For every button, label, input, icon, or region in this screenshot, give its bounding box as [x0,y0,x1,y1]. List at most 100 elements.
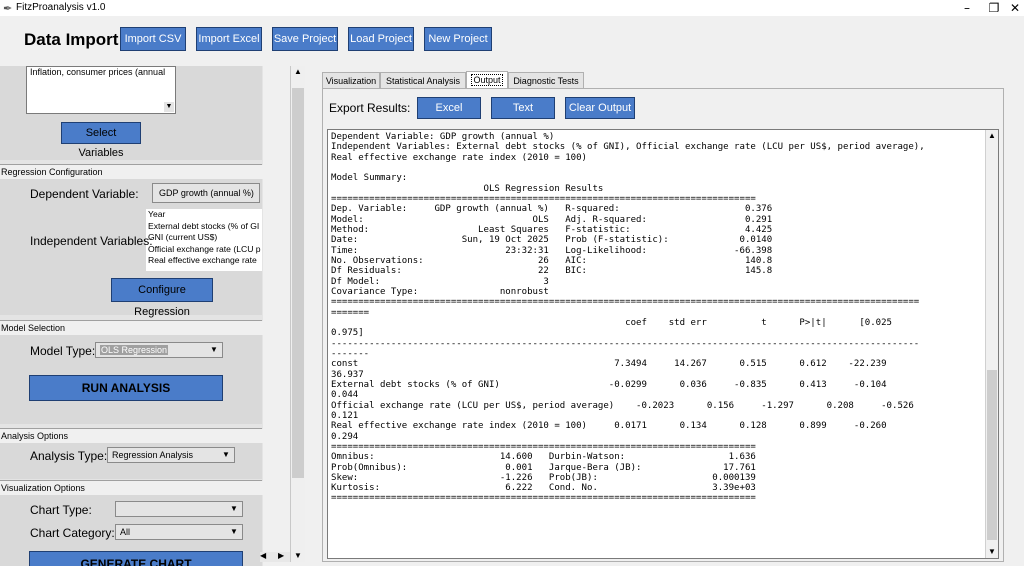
output-line: ========================================… [331,297,920,308]
tab-output-label: Output [471,74,503,86]
model-selection-section: Model Selection Model Type: OLS Regressi… [0,320,263,424]
output-line: ----------------------------------------… [331,338,920,349]
dependent-variable-field[interactable]: GDP growth (annual %) [152,183,260,203]
analysis-options-section: Analysis Options Analysis Type: Regressi… [0,428,263,479]
analysis-options-header: Analysis Options [0,429,263,443]
chart-category-dropdown-icon[interactable]: ▼ [228,526,240,538]
output-line: Independent Variables: External debt sto… [331,142,925,153]
output-line: const 7.3494 14.267 0.515 0.612 -22.239 [331,359,887,370]
left-pane-scrollbar[interactable]: ▲ ▼ [290,66,305,562]
scroll-up-icon[interactable]: ▲ [291,66,305,78]
model-type-dropdown-icon[interactable]: ▼ [208,344,220,356]
output-line: Df Residuals: 22 BIC: 145.8 [331,266,773,277]
chart-type-dropdown-icon[interactable]: ▼ [228,503,240,515]
output-line: coef std err t P>|t| [0.025 [331,317,893,328]
model-type-value: OLS Regression [100,345,169,355]
output-line: 0.121 [331,410,359,421]
close-icon[interactable]: ✕ [1000,0,1024,16]
variables-section: Inflation, consumer prices (annual ▼ Sel… [0,66,262,160]
export-text-button[interactable]: Text [491,97,555,119]
analysis-type-select[interactable]: Regression Analysis ▼ [107,447,235,463]
scroll-down-icon[interactable]: ▼ [291,550,305,562]
analysis-type-label: Analysis Type: [30,449,108,463]
independent-variables-label: Independent Variables: [30,234,153,248]
output-line: ------- [331,348,370,359]
output-line: ======= [331,307,370,318]
configure-regression-button[interactable]: Configure Regression [111,278,213,318]
output-scroll-up-icon[interactable]: ▲ [986,130,998,142]
output-line: Df Model: 3 [331,276,549,287]
output-scroll-down-icon[interactable]: ▼ [986,546,998,558]
output-line: Date: Sun, 19 Oct 2025 Prob (F-statistic… [331,235,773,246]
chart-type-label: Chart Type: [30,503,92,517]
output-line: Skew: -1.226 Prob(JB): 0.000139 [331,472,756,483]
variables-listbox[interactable]: Inflation, consumer prices (annual ▼ [26,66,176,114]
window-title: FitzProanalysis v1.0 [16,2,106,13]
output-line: Time: 23:32:31 Log-Likelihood: -66.398 [331,245,773,256]
generate-chart-button[interactable]: GENERATE CHART [29,551,243,566]
output-line: 0.044 [331,390,359,401]
independent-variables-listbox[interactable]: Year External debt stocks (% of GI GNI (… [146,209,262,271]
output-line: Real effective exchange rate index (2010… [331,421,887,432]
title-bar: ✒ FitzProanalysis v1.0 – ❐ ✕ [0,0,1024,16]
chart-category-select[interactable]: All ▼ [115,524,243,540]
regression-config-section: Regression Configuration Dependent Varia… [0,164,263,318]
visualization-options-section: Visualization Options Chart Type: ▼ Char… [0,480,263,566]
dependent-variable-value: GDP growth (annual %) [159,188,254,198]
tab-output[interactable]: Output [466,71,508,89]
import-excel-button[interactable]: Import Excel [196,27,262,51]
model-type-label: Model Type: [30,344,96,358]
output-line: ========================================… [331,493,756,504]
run-analysis-button[interactable]: RUN ANALYSIS [29,375,223,401]
tab-visualization[interactable]: Visualization [322,72,380,88]
select-variables-button[interactable]: Select Variables [61,122,141,159]
dependent-variable-label: Dependent Variable: [30,187,139,201]
regression-output-text: Dependent Variable: GDP growth (annual %… [331,132,925,504]
output-line: OLS Regression Results [331,183,604,194]
output-line: Real effective exchange rate index (2010… [331,152,587,163]
tab-statistical-analysis[interactable]: Statistical Analysis [380,72,466,88]
output-scroll-thumb[interactable] [987,370,997,540]
output-line: Prob(Omnibus): 0.001 Jarque-Bera (JB): 1… [331,462,756,473]
tab-diagnostic-tests[interactable]: Diagnostic Tests [508,72,584,88]
output-line: ========================================… [331,441,756,452]
analysis-type-dropdown-icon[interactable]: ▼ [220,449,232,461]
output-line: 0.294 [331,431,359,442]
independent-item-external-debt[interactable]: External debt stocks (% of GI [148,221,261,233]
output-line: Kurtosis: 6.222 Cond. No. 3.39e+03 [331,483,756,494]
left-pane-hscroll-right[interactable]: ▶ [276,551,290,562]
variables-list-item[interactable]: Inflation, consumer prices (annual [30,67,165,77]
independent-item-exchange-rate[interactable]: Official exchange rate (LCU p [148,244,261,256]
export-results-label: Export Results: [329,101,411,115]
listbox-scroll-down-icon[interactable]: ▼ [164,102,174,112]
export-excel-button[interactable]: Excel [417,97,481,119]
import-csv-button[interactable]: Import CSV [120,27,186,51]
output-textbox[interactable]: Dependent Variable: GDP growth (annual %… [327,129,999,559]
new-project-button[interactable]: New Project [424,27,492,51]
results-pane: Visualization Statistical Analysis Outpu… [318,68,1004,562]
chart-category-label: Chart Category: [30,526,115,540]
independent-item-real-effective[interactable]: Real effective exchange rate [148,255,261,267]
independent-item-year[interactable]: Year [148,209,261,221]
output-line: Method: Least Squares F-statistic: 4.425 [331,224,773,235]
visualization-options-header: Visualization Options [0,481,263,495]
output-line: Model Summary: [331,173,408,184]
output-line: ========================================… [331,193,756,204]
clear-output-button[interactable]: Clear Output [565,97,635,119]
output-tab-panel: Export Results: Excel Text Clear Output … [322,88,1004,562]
independent-item-gni[interactable]: GNI (current US$) [148,232,261,244]
minimize-icon[interactable]: – [952,0,982,16]
output-line: External debt stocks (% of GNI) -0.0299 … [331,379,887,390]
left-pane-hscroll[interactable]: ◀ [260,551,276,562]
output-scrollbar[interactable]: ▲ ▼ [985,130,998,558]
scroll-left-icon[interactable]: ◀ [260,551,266,560]
model-type-select[interactable]: OLS Regression ▼ [95,342,223,358]
chart-type-select[interactable]: ▼ [115,501,243,517]
load-project-button[interactable]: Load Project [348,27,414,51]
save-project-button[interactable]: Save Project [272,27,338,51]
scroll-right-icon[interactable]: ▶ [278,551,284,560]
left-pane-scroll-thumb[interactable] [292,88,304,478]
app-feather-icon: ✒ [3,3,13,15]
output-line: Model: OLS Adj. R-squared: 0.291 [331,214,773,225]
